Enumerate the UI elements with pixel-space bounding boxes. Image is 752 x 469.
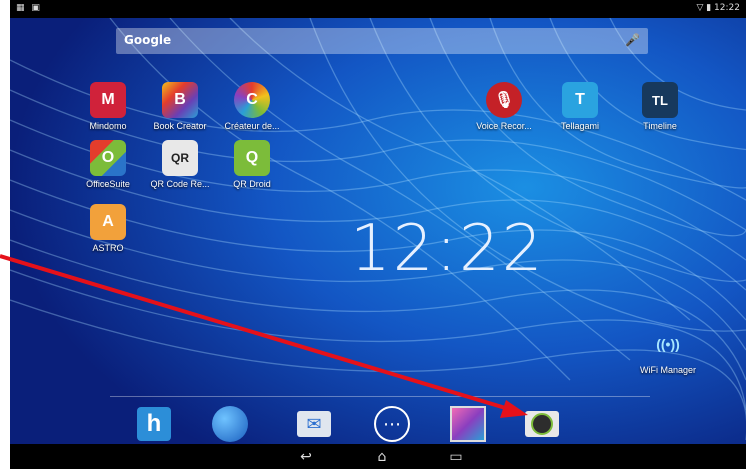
annotation-arrow: [0, 254, 528, 418]
